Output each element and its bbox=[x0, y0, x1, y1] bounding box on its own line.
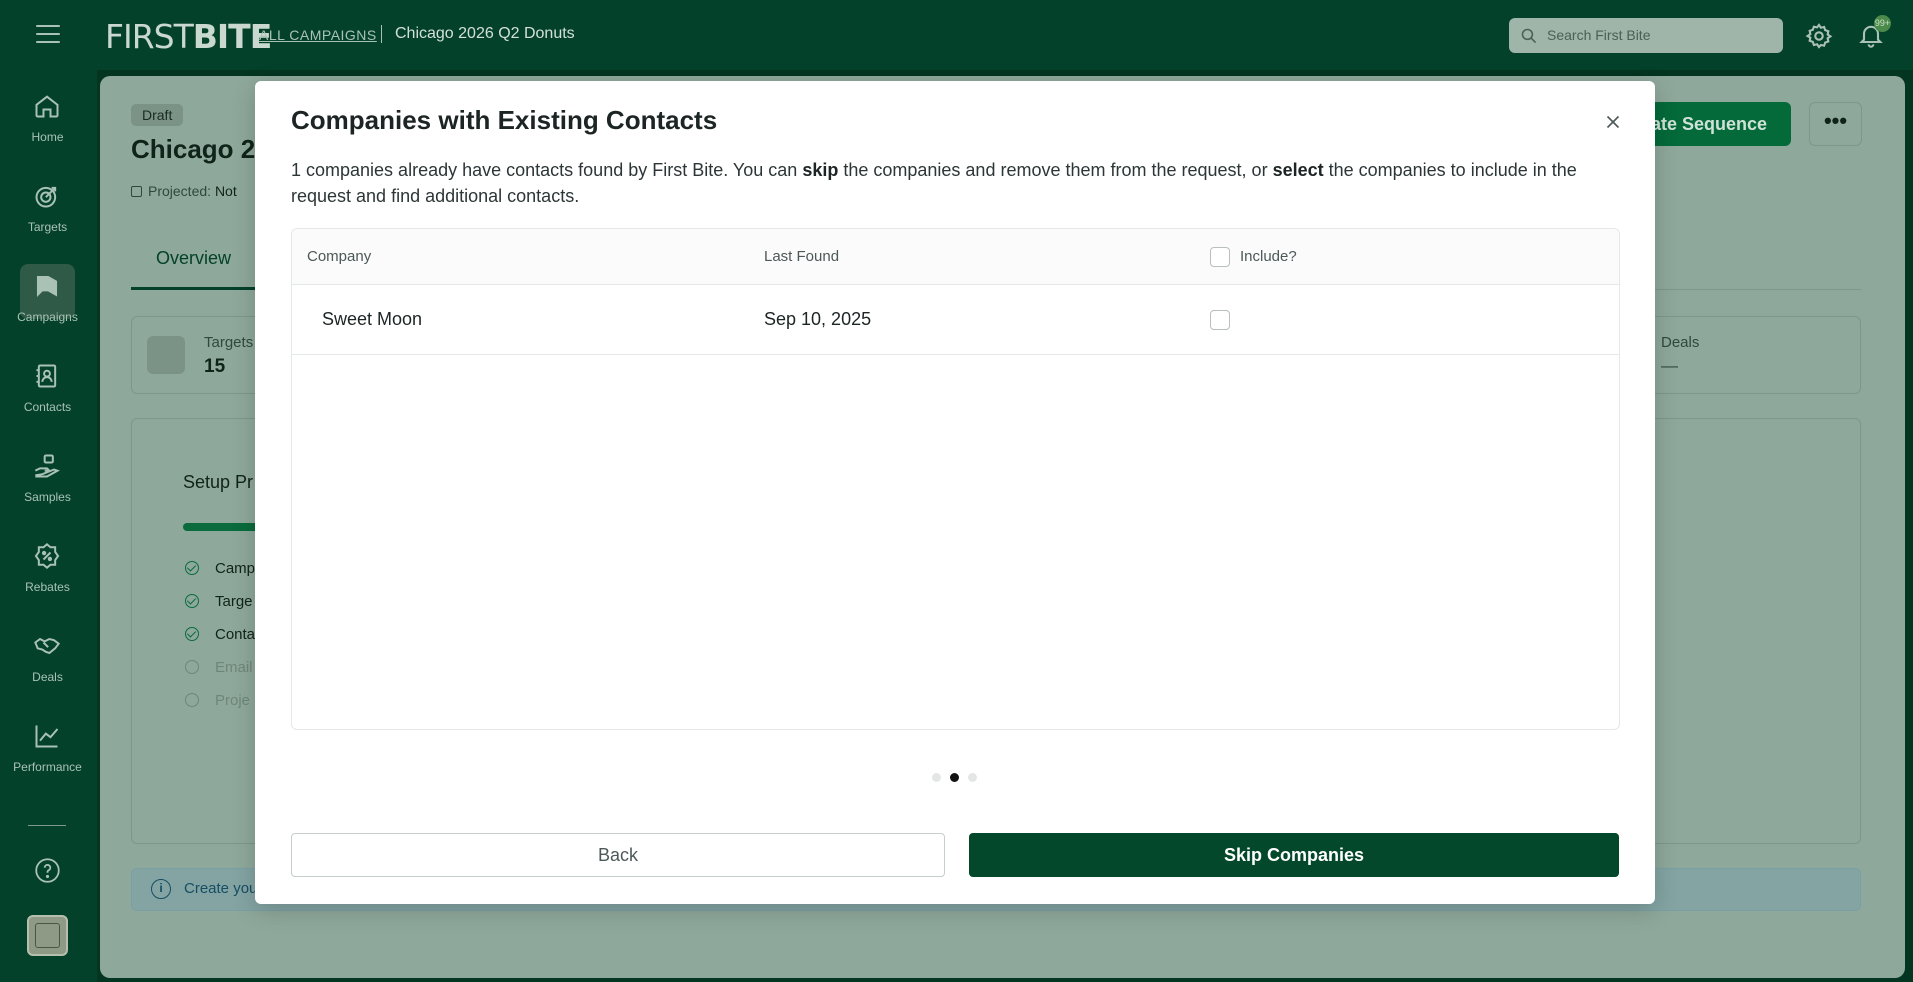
sidebar-item-samples[interactable]: Samples bbox=[0, 440, 95, 524]
sidebar-divider bbox=[28, 825, 66, 826]
pager-dot-active bbox=[950, 773, 959, 782]
sidebar-item-rebates[interactable]: Rebates bbox=[0, 530, 95, 614]
empty-circle-icon bbox=[185, 660, 199, 674]
table-header: Company Last Found Include? bbox=[292, 229, 1619, 285]
setup-step: Conta bbox=[185, 626, 255, 643]
breadcrumb-current: Chicago 2026 Q2 Donuts bbox=[395, 25, 575, 42]
chart-line-icon bbox=[35, 725, 59, 748]
existing-contacts-modal: Companies with Existing Contacts 1 compa… bbox=[255, 81, 1655, 904]
check-circle-icon bbox=[185, 594, 199, 608]
search-input[interactable]: Search First Bite bbox=[1509, 18, 1783, 53]
company-name: Sweet Moon bbox=[322, 309, 423, 329]
check-circle-icon bbox=[185, 627, 199, 641]
gear-icon[interactable] bbox=[1805, 22, 1833, 50]
sidebar-item-campaigns[interactable]: Campaigns bbox=[0, 260, 95, 344]
table-row: Sweet Moon Sep 10, 2025 bbox=[292, 285, 1619, 355]
last-found-date: Sep 10, 2025 bbox=[764, 309, 872, 329]
empty-circle-icon bbox=[185, 693, 199, 707]
setup-title: Setup Pr bbox=[183, 472, 254, 492]
setup-step: Targe bbox=[185, 593, 253, 610]
breadcrumb-separator bbox=[381, 25, 382, 43]
info-text: Create you bbox=[184, 880, 258, 897]
sidebar-item-deals[interactable]: Deals bbox=[0, 620, 95, 704]
setup-progress-bar bbox=[183, 523, 263, 531]
setup-step: Email bbox=[185, 659, 253, 676]
step-pager bbox=[932, 773, 982, 783]
percent-badge-icon bbox=[34, 543, 60, 569]
page-title: Chicago 20 bbox=[131, 134, 270, 164]
target-icon bbox=[147, 336, 185, 374]
pager-dot bbox=[932, 773, 941, 782]
back-button[interactable]: Back bbox=[291, 833, 945, 877]
companies-table: Company Last Found Include? Sweet Moon S… bbox=[291, 228, 1620, 730]
sidebar-item-targets[interactable]: Targets bbox=[0, 170, 95, 254]
home-icon bbox=[35, 95, 59, 118]
avatar[interactable] bbox=[27, 915, 68, 956]
search-icon bbox=[1521, 28, 1537, 44]
help-icon[interactable] bbox=[34, 857, 61, 884]
column-last-found: Last Found bbox=[764, 248, 840, 265]
check-circle-icon bbox=[185, 561, 199, 575]
stat-deals-label: Deals bbox=[1661, 334, 1700, 351]
skip-companies-button[interactable]: Skip Companies bbox=[969, 833, 1619, 877]
sidebar: Home Targets Campaigns Contacts Samples … bbox=[0, 70, 97, 982]
handshake-icon bbox=[34, 637, 61, 655]
include-checkbox[interactable] bbox=[1210, 310, 1230, 330]
sidebar-item-contacts[interactable]: Contacts bbox=[0, 350, 95, 434]
contact-book-icon bbox=[36, 364, 57, 388]
menu-icon[interactable] bbox=[36, 25, 60, 45]
top-bar: FIRSTBITE ALL CAMPAIGNS Chicago 2026 Q2 … bbox=[0, 0, 1913, 70]
breadcrumb-all-campaigns[interactable]: ALL CAMPAIGNS bbox=[259, 27, 377, 43]
tab-overview[interactable]: Overview bbox=[156, 248, 231, 269]
close-icon[interactable] bbox=[1602, 111, 1624, 133]
setup-step: Proje bbox=[185, 692, 250, 709]
column-include: Include? bbox=[1240, 248, 1297, 265]
modal-description: 1 companies already have contacts found … bbox=[291, 160, 1577, 206]
stat-targets-value: 15 bbox=[204, 356, 226, 377]
tab-active-underline bbox=[131, 287, 256, 290]
avatar-logo-icon bbox=[35, 923, 60, 948]
notification-badge: 99+ bbox=[1874, 15, 1891, 32]
hand-gift-icon bbox=[34, 454, 60, 478]
status-badge: Draft bbox=[131, 104, 184, 126]
projected-info: Projected: Not bbox=[131, 183, 237, 199]
calendar-icon bbox=[131, 186, 142, 197]
include-all-checkbox[interactable] bbox=[1210, 247, 1230, 267]
pager-dot bbox=[968, 773, 977, 782]
search-placeholder: Search First Bite bbox=[1547, 27, 1651, 43]
sidebar-item-home[interactable]: Home bbox=[0, 80, 95, 164]
sidebar-item-performance[interactable]: Performance bbox=[0, 710, 95, 794]
setup-step: Camp bbox=[185, 560, 255, 577]
logo[interactable]: FIRSTBITE bbox=[105, 17, 272, 56]
info-icon: i bbox=[151, 879, 171, 899]
target-icon bbox=[35, 186, 57, 208]
megaphone-icon bbox=[36, 275, 58, 298]
modal-title: Companies with Existing Contacts bbox=[291, 105, 718, 135]
stat-deals-value: — bbox=[1661, 356, 1678, 375]
stat-targets-label: Targets bbox=[204, 334, 254, 351]
more-options-button[interactable]: ••• bbox=[1809, 102, 1862, 146]
column-company: Company bbox=[307, 248, 372, 265]
